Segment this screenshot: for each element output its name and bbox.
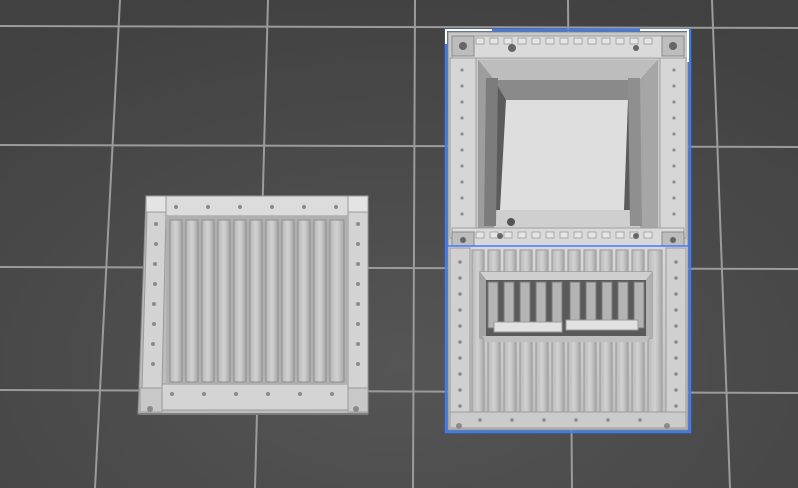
crate-lid[interactable]: [137, 195, 369, 415]
crate-body[interactable]: [447, 31, 689, 431]
3d-viewport[interactable]: [0, 0, 798, 488]
